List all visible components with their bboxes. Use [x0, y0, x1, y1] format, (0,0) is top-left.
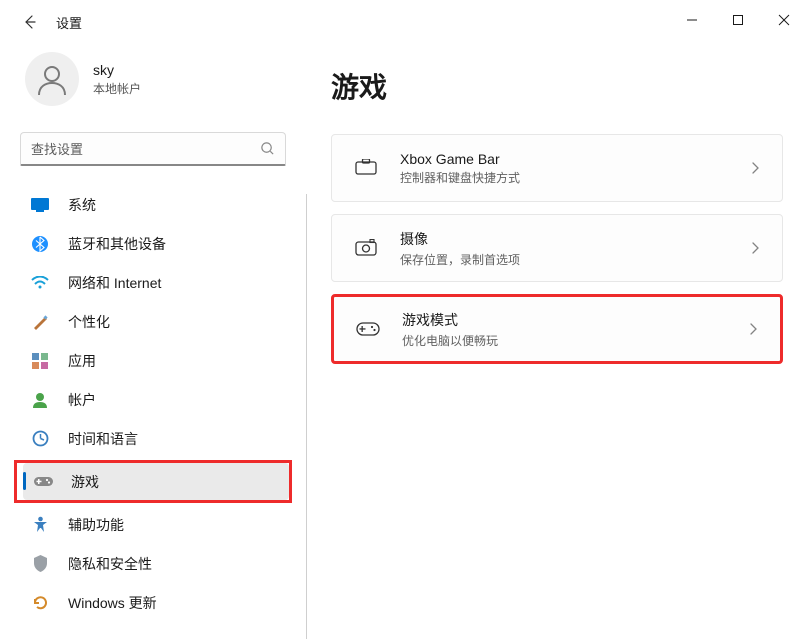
sidebar-item-privacy[interactable]: 隐私和安全性 — [20, 545, 290, 582]
card-title: 摄像 — [400, 229, 728, 249]
sidebar-item-accessibility[interactable]: 辅助功能 — [20, 506, 290, 543]
sidebar-item-system[interactable]: 系统 — [20, 186, 290, 223]
window-controls — [669, 0, 807, 40]
highlight-gaming-nav: 游戏 — [14, 460, 292, 503]
sidebar-item-apps[interactable]: 应用 — [20, 342, 290, 379]
sidebar-item-update[interactable]: Windows 更新 — [20, 584, 290, 621]
gamepad-outline-icon — [356, 317, 380, 341]
person-icon — [34, 61, 70, 97]
monitor-icon — [30, 195, 50, 215]
sidebar-item-label: 系统 — [68, 195, 96, 215]
sidebar-item-label: 帐户 — [68, 390, 96, 410]
sidebar-item-accounts[interactable]: 帐户 — [20, 381, 290, 418]
camera-icon — [354, 236, 378, 260]
card-subtitle: 保存位置，录制首选项 — [400, 251, 728, 268]
nav-list: 系统 蓝牙和其他设备 网络和 Internet 个性化 — [20, 186, 290, 621]
accessibility-icon — [30, 515, 50, 535]
sidebar-item-label: 蓝牙和其他设备 — [68, 234, 166, 254]
sidebar: sky 本地帐户 查找设置 系统 — [0, 44, 306, 639]
sidebar-item-label: 隐私和安全性 — [68, 554, 152, 574]
gamepad-icon — [33, 472, 53, 492]
user-type: 本地帐户 — [93, 80, 141, 97]
xbox-icon — [354, 156, 378, 180]
card-subtitle: 优化电脑以便畅玩 — [402, 332, 726, 349]
sidebar-item-label: 辅助功能 — [68, 515, 124, 535]
paintbrush-icon — [30, 312, 50, 332]
apps-icon — [30, 351, 50, 371]
close-button[interactable] — [761, 0, 807, 40]
card-game-mode[interactable]: 游戏模式 优化电脑以便畅玩 — [331, 294, 783, 364]
card-captures[interactable]: 摄像 保存位置，录制首选项 — [331, 214, 783, 282]
account-icon — [30, 390, 50, 410]
sidebar-item-label: 游戏 — [71, 472, 99, 492]
content-pane: 游戏 Xbox Game Bar 控制器和键盘快捷方式 摄像 保存位置，录制首选… — [307, 44, 807, 639]
maximize-button[interactable] — [715, 0, 761, 40]
page-title: 游戏 — [331, 66, 783, 106]
sidebar-item-gaming[interactable]: 游戏 — [23, 463, 289, 500]
card-title: 游戏模式 — [402, 310, 726, 330]
chevron-right-icon — [750, 161, 760, 175]
chevron-right-icon — [748, 322, 758, 336]
sidebar-item-personalization[interactable]: 个性化 — [20, 303, 290, 340]
minimize-icon — [686, 14, 698, 26]
sidebar-item-bluetooth[interactable]: 蓝牙和其他设备 — [20, 225, 290, 262]
card-title: Xbox Game Bar — [400, 151, 728, 167]
wifi-icon — [30, 273, 50, 293]
sidebar-item-label: Windows 更新 — [68, 593, 157, 613]
titlebar: 设置 — [0, 0, 807, 44]
shield-icon — [30, 554, 50, 574]
bluetooth-icon — [30, 234, 50, 254]
search-input[interactable]: 查找设置 — [20, 132, 286, 166]
minimize-button[interactable] — [669, 0, 715, 40]
arrow-left-icon — [22, 14, 38, 30]
sidebar-item-time[interactable]: 时间和语言 — [20, 420, 290, 457]
update-icon — [30, 593, 50, 613]
window-title: 设置 — [56, 13, 82, 32]
search-icon — [260, 141, 275, 156]
clock-icon — [30, 429, 50, 449]
sidebar-item-label: 时间和语言 — [68, 429, 138, 449]
sidebar-item-label: 个性化 — [68, 312, 110, 332]
close-icon — [778, 14, 790, 26]
card-subtitle: 控制器和键盘快捷方式 — [400, 169, 728, 186]
sidebar-item-network[interactable]: 网络和 Internet — [20, 264, 290, 301]
maximize-icon — [732, 14, 744, 26]
avatar — [25, 52, 79, 106]
sidebar-item-label: 网络和 Internet — [68, 273, 161, 293]
user-name: sky — [93, 62, 141, 78]
search-placeholder: 查找设置 — [31, 139, 260, 158]
sidebar-item-label: 应用 — [68, 351, 96, 371]
chevron-right-icon — [750, 241, 760, 255]
back-button[interactable] — [10, 2, 50, 42]
user-block[interactable]: sky 本地帐户 — [20, 52, 306, 106]
card-xbox-game-bar[interactable]: Xbox Game Bar 控制器和键盘快捷方式 — [331, 134, 783, 202]
